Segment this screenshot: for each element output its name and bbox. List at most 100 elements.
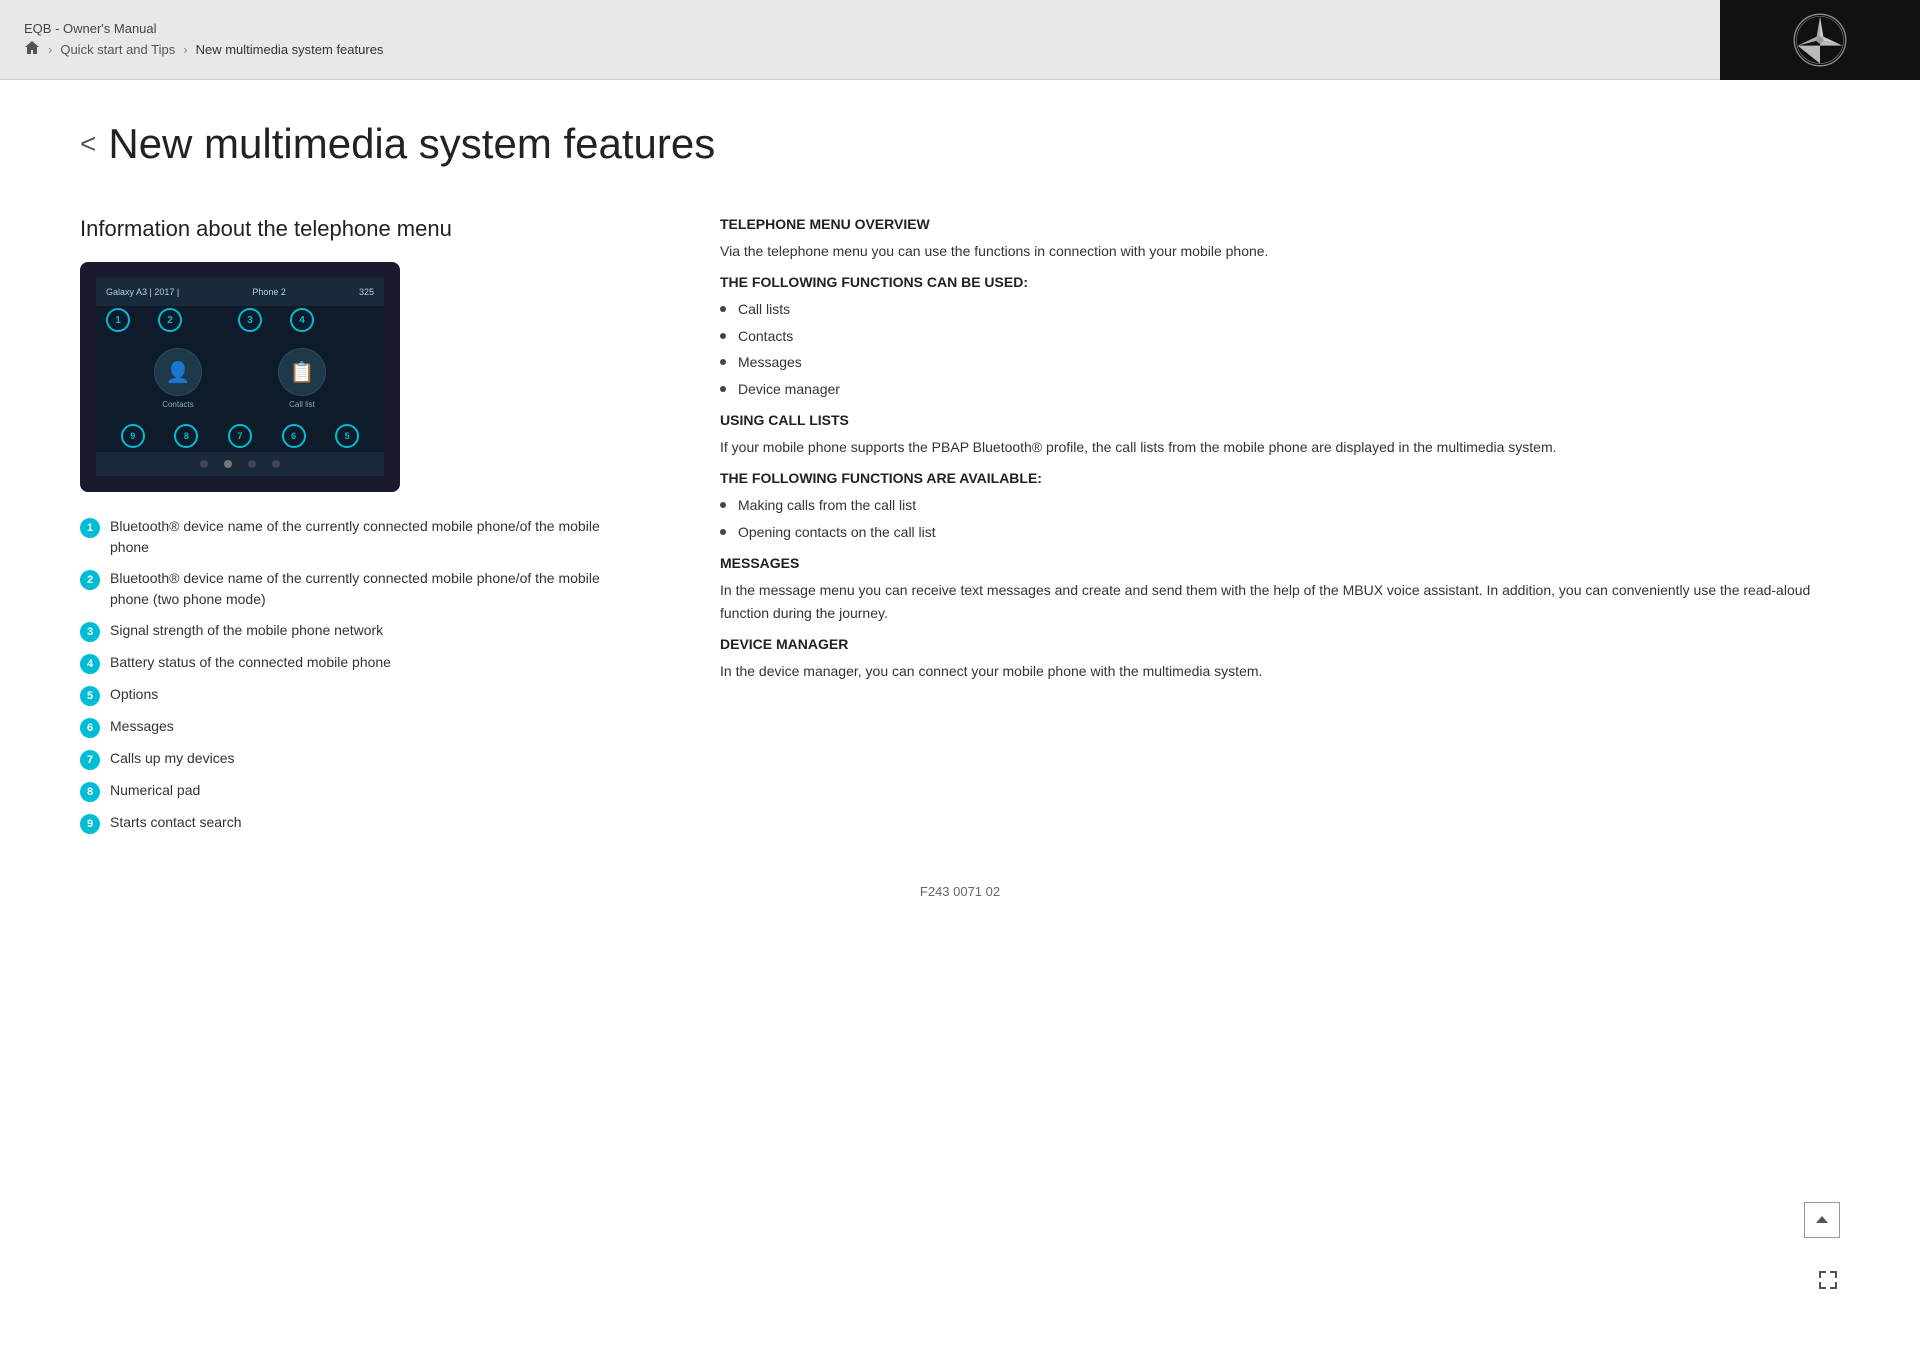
bullet-item-call-lists: Call lists — [738, 298, 790, 320]
list-item-text-3: Signal strength of the mobile phone netw… — [110, 620, 383, 641]
bullet-item-making-calls: Making calls from the call list — [738, 494, 916, 516]
home-icon[interactable] — [24, 40, 40, 59]
circle-6: 6 — [282, 424, 306, 448]
breadcrumb-item-2: New multimedia system features — [196, 42, 384, 57]
list-item: 6 Messages — [80, 716, 640, 738]
left-section-heading: Information about the telephone menu — [80, 216, 640, 242]
list-item: 2 Bluetooth® device name of the currentl… — [80, 568, 640, 610]
block-telephone-overview: TELEPHONE MENU OVERVIEW Via the telephon… — [720, 216, 1840, 262]
section-title-following-functions: THE FOLLOWING FUNCTIONS CAN BE USED: — [720, 274, 1840, 290]
bullet-item-contacts: Contacts — [738, 325, 793, 347]
block-following-functions: THE FOLLOWING FUNCTIONS CAN BE USED: Cal… — [720, 274, 1840, 400]
bullet-item-opening-contacts: Opening contacts on the call list — [738, 521, 936, 543]
bullet-list-available: Making calls from the call list Opening … — [720, 494, 1840, 543]
list-item-text-6: Messages — [110, 716, 174, 737]
list-item: Opening contacts on the call list — [720, 521, 1840, 543]
section-title-following-available: THE FOLLOWING FUNCTIONS ARE AVAILABLE: — [720, 470, 1840, 486]
circle-7: 7 — [228, 424, 252, 448]
back-button[interactable]: < — [80, 128, 96, 160]
circle-9: 9 — [121, 424, 145, 448]
circle-1: 1 — [106, 308, 130, 332]
list-item: 7 Calls up my devices — [80, 748, 640, 770]
calllist-icon-item: 📋 Call list — [278, 348, 326, 409]
left-column: Information about the telephone menu Gal… — [80, 216, 640, 844]
contacts-icon: 👤 — [154, 348, 202, 396]
list-item: Device manager — [720, 378, 1840, 400]
bullet-item-messages: Messages — [738, 351, 802, 373]
page-title-area: < New multimedia system features — [80, 120, 1840, 168]
list-item: 5 Options — [80, 684, 640, 706]
circle-4: 4 — [290, 308, 314, 332]
page-title: New multimedia system features — [108, 120, 715, 168]
bullet-dot — [720, 306, 726, 312]
bullet-list-functions: Call lists Contacts Messages Device mana… — [720, 298, 1840, 400]
bullet-item-device-manager: Device manager — [738, 378, 840, 400]
doc-id: F243 0071 02 — [920, 884, 1000, 899]
bullet-dot — [720, 386, 726, 392]
page-footer: F243 0071 02 — [80, 884, 1840, 919]
section-title-messages: MESSAGES — [720, 555, 1840, 571]
breadcrumb-sep-1: › — [48, 42, 52, 57]
list-item-text-1: Bluetooth® device name of the currently … — [110, 516, 640, 558]
list-item: 3 Signal strength of the mobile phone ne… — [80, 620, 640, 642]
breadcrumb-sep-2: › — [183, 42, 187, 57]
num-badge-7: 7 — [80, 750, 100, 770]
fit-icon[interactable] — [1816, 1268, 1840, 1298]
circle-3: 3 — [238, 308, 262, 332]
section-title-telephone-overview: TELEPHONE MENU OVERVIEW — [720, 216, 1840, 232]
bullet-dot — [720, 359, 726, 365]
nav-dot-4 — [272, 460, 280, 468]
list-item: Making calls from the call list — [720, 494, 1840, 516]
section-title-using-call-lists: USING CALL LISTS — [720, 412, 1840, 428]
circle-5: 5 — [335, 424, 359, 448]
block-following-available: THE FOLLOWING FUNCTIONS ARE AVAILABLE: M… — [720, 470, 1840, 543]
list-item: 9 Starts contact search — [80, 812, 640, 834]
bullet-dot — [720, 333, 726, 339]
section-title-device-manager: DEVICE MANAGER — [720, 636, 1840, 652]
phone-circles-row: 1 2 3 4 — [106, 308, 314, 332]
num-badge-9: 9 — [80, 814, 100, 834]
mercedes-logo — [1792, 12, 1848, 68]
section-body-device-manager: In the device manager, you can connect y… — [720, 660, 1840, 682]
list-item: Contacts — [720, 325, 1840, 347]
section-body-messages: In the message menu you can receive text… — [720, 579, 1840, 624]
nav-dot-2 — [224, 460, 232, 468]
right-column: TELEPHONE MENU OVERVIEW Via the telephon… — [720, 216, 1840, 844]
list-item: 4 Battery status of the connected mobile… — [80, 652, 640, 674]
contacts-icon-item: 👤 Contacts — [154, 348, 202, 409]
num-badge-1: 1 — [80, 518, 100, 538]
list-item-text-2: Bluetooth® device name of the currently … — [110, 568, 640, 610]
list-item: Call lists — [720, 298, 1840, 320]
num-badge-8: 8 — [80, 782, 100, 802]
content-columns: Information about the telephone menu Gal… — [80, 216, 1840, 844]
list-item-text-7: Calls up my devices — [110, 748, 235, 769]
page-header: EQB - Owner's Manual › Quick start and T… — [0, 0, 1920, 80]
manual-title: EQB - Owner's Manual — [24, 21, 1896, 36]
phone-ui-illustration: Galaxy A3 | 2017 | Phone 2 325 1 2 3 4 — [80, 262, 400, 492]
list-item-text-8: Numerical pad — [110, 780, 200, 801]
list-item: 8 Numerical pad — [80, 780, 640, 802]
calllist-label: Call list — [289, 400, 315, 409]
num-badge-3: 3 — [80, 622, 100, 642]
list-item-text-4: Battery status of the connected mobile p… — [110, 652, 391, 673]
num-badge-5: 5 — [80, 686, 100, 706]
numbered-list: 1 Bluetooth® device name of the currentl… — [80, 516, 640, 834]
section-body-using-call-lists: If your mobile phone supports the PBAP B… — [720, 436, 1840, 458]
nav-dot-3 — [248, 460, 256, 468]
breadcrumb: › Quick start and Tips › New multimedia … — [24, 40, 1896, 59]
logo-area — [1720, 0, 1920, 80]
circle-2: 2 — [158, 308, 182, 332]
circle-8: 8 — [174, 424, 198, 448]
scroll-up-button[interactable] — [1804, 1202, 1840, 1238]
list-item: Messages — [720, 351, 1840, 373]
list-item-text-9: Starts contact search — [110, 812, 242, 833]
contacts-label: Contacts — [162, 400, 194, 409]
block-using-call-lists: USING CALL LISTS If your mobile phone su… — [720, 412, 1840, 458]
num-badge-2: 2 — [80, 570, 100, 590]
phone-ui-inner: Galaxy A3 | 2017 | Phone 2 325 1 2 3 4 — [96, 278, 384, 476]
phone-icons-row: 👤 Contacts 📋 Call list — [116, 348, 364, 409]
block-messages: MESSAGES In the message menu you can rec… — [720, 555, 1840, 624]
num-badge-4: 4 — [80, 654, 100, 674]
breadcrumb-item-1[interactable]: Quick start and Tips — [60, 42, 175, 57]
nav-dot-1 — [200, 460, 208, 468]
